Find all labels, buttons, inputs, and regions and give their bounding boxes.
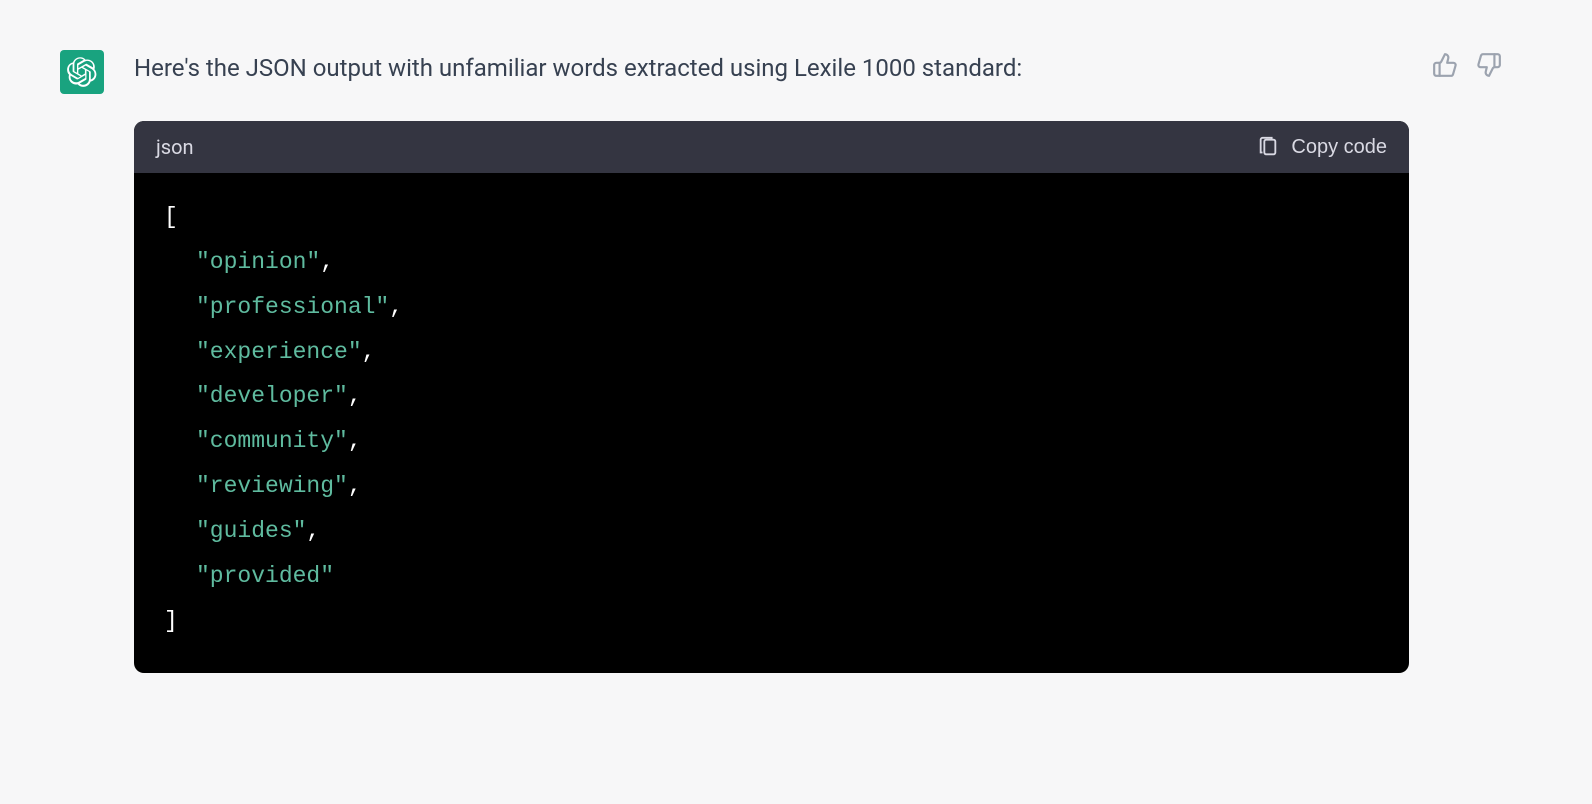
json-string-value: "community" <box>196 428 348 454</box>
message-content: Here's the JSON output with unfamiliar w… <box>134 50 1400 673</box>
json-string-value: "developer" <box>196 383 348 409</box>
json-string-value: "opinion" <box>196 249 320 275</box>
json-string-value: "experience" <box>196 339 362 365</box>
json-string-item: "community", <box>164 419 1379 464</box>
json-close-bracket: ] <box>164 599 1379 644</box>
json-string-value: "provided" <box>196 563 334 589</box>
json-comma: , <box>348 383 362 409</box>
code-content: [ "opinion","professional","experience",… <box>134 173 1409 673</box>
json-comma: , <box>348 428 362 454</box>
thumbs-up-icon <box>1432 52 1458 78</box>
json-string-item: "guides", <box>164 509 1379 554</box>
json-string-value: "professional" <box>196 294 389 320</box>
json-string-value: "guides" <box>196 518 306 544</box>
json-comma: , <box>362 339 376 365</box>
assistant-message: Here's the JSON output with unfamiliar w… <box>0 0 1592 693</box>
code-block: json Copy code [ "opinion","professional… <box>134 121 1409 673</box>
json-string-value: "reviewing" <box>196 473 348 499</box>
openai-logo-icon <box>67 57 97 87</box>
thumbs-down-button[interactable] <box>1474 50 1504 83</box>
code-language-label: json <box>156 135 194 159</box>
json-string-item: "experience", <box>164 330 1379 375</box>
thumbs-up-button[interactable] <box>1430 50 1460 83</box>
code-header: json Copy code <box>134 121 1409 173</box>
json-comma: , <box>348 473 362 499</box>
json-comma: , <box>320 249 334 275</box>
message-actions <box>1430 50 1504 83</box>
json-comma: , <box>306 518 320 544</box>
json-string-item: "provided" <box>164 554 1379 599</box>
copy-code-label: Copy code <box>1291 136 1387 159</box>
json-open-bracket: [ <box>164 195 1379 240</box>
clipboard-icon <box>1257 136 1279 158</box>
json-string-item: "professional", <box>164 285 1379 330</box>
json-string-item: "developer", <box>164 374 1379 419</box>
copy-code-button[interactable]: Copy code <box>1257 136 1387 159</box>
message-intro-text: Here's the JSON output with unfamiliar w… <box>134 50 1400 86</box>
thumbs-down-icon <box>1476 52 1502 78</box>
json-comma: , <box>389 294 403 320</box>
json-string-item: "opinion", <box>164 240 1379 285</box>
assistant-avatar <box>60 50 104 94</box>
json-string-item: "reviewing", <box>164 464 1379 509</box>
